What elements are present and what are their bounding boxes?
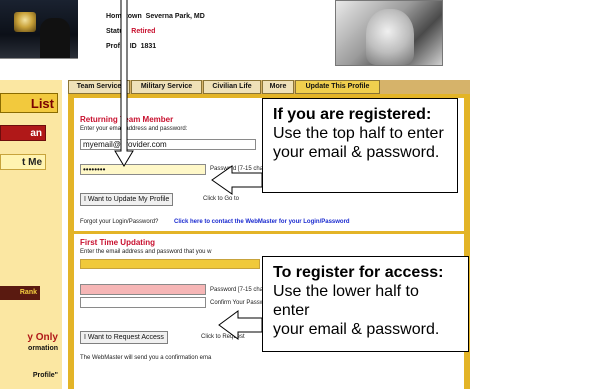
- left-arrow-icon-bottom: [218, 310, 263, 340]
- annotation-arrows: [114, 0, 263, 340]
- down-arrow-icon: [114, 0, 134, 167]
- left-arrow-icon-top: [211, 165, 263, 195]
